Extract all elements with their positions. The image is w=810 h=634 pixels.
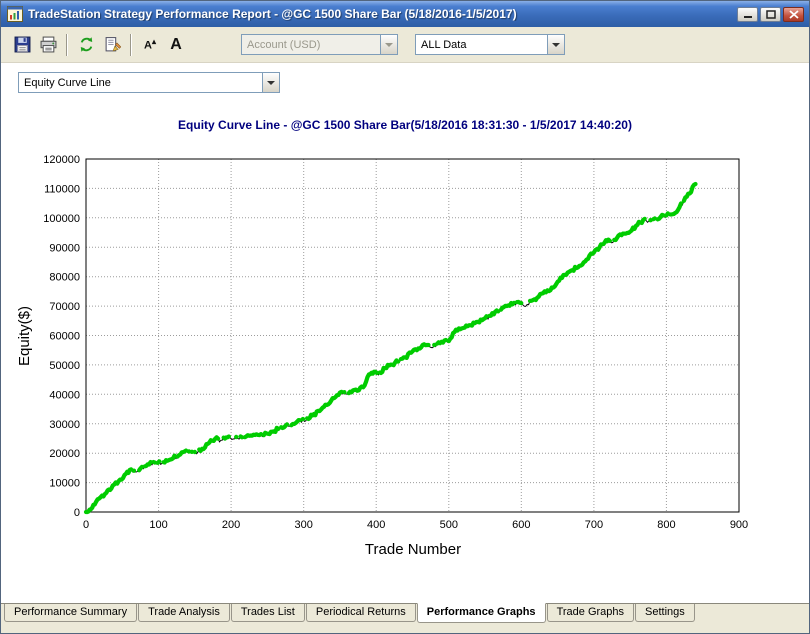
tab-performance-summary[interactable]: Performance Summary xyxy=(4,604,138,622)
close-icon xyxy=(788,9,799,19)
svg-text:Trade Number: Trade Number xyxy=(365,541,461,558)
titlebar[interactable]: TradeStation Strategy Performance Report… xyxy=(1,1,809,27)
account-dropdown: Account (USD) xyxy=(241,34,398,55)
maximize-icon xyxy=(765,9,776,19)
tab-performance-graphs[interactable]: Performance Graphs xyxy=(416,603,546,623)
graph-type-dropdown-value: Equity Curve Line xyxy=(24,76,111,89)
data-range-dropdown[interactable]: ALL Data xyxy=(415,34,565,55)
svg-text:10000: 10000 xyxy=(49,478,80,490)
account-dropdown-value: Account (USD) xyxy=(247,38,321,51)
svg-text:50000: 50000 xyxy=(49,360,80,372)
svg-text:70000: 70000 xyxy=(49,301,80,313)
svg-text:500: 500 xyxy=(440,519,458,531)
svg-text:0: 0 xyxy=(83,519,89,531)
toolbar-separator xyxy=(66,33,68,56)
font-increase-icon[interactable]: A xyxy=(163,32,189,58)
edit-report-icon[interactable] xyxy=(99,32,125,58)
account-dropdown-arrow-icon xyxy=(380,35,397,54)
tab-trade-graphs[interactable]: Trade Graphs xyxy=(546,604,635,622)
refresh-report-icon[interactable] xyxy=(73,32,99,58)
toolbar: A▴ A Account (USD) ALL Data xyxy=(1,27,809,63)
tab-settings[interactable]: Settings xyxy=(635,604,695,622)
print-icon[interactable] xyxy=(35,32,61,58)
report-client-area: Equity Curve Line Equity Curve Line - @G… xyxy=(1,63,809,603)
close-button[interactable] xyxy=(783,6,804,22)
maximize-button[interactable] xyxy=(760,6,781,22)
svg-text:200: 200 xyxy=(222,519,240,531)
minimize-button[interactable] xyxy=(737,6,758,22)
window-controls xyxy=(737,6,804,22)
svg-text:0: 0 xyxy=(74,507,80,519)
svg-text:700: 700 xyxy=(585,519,603,531)
svg-text:100000: 100000 xyxy=(43,213,80,225)
svg-text:900: 900 xyxy=(730,519,748,531)
svg-text:60000: 60000 xyxy=(49,331,80,343)
tab-trade-analysis[interactable]: Trade Analysis xyxy=(138,604,230,622)
svg-text:100: 100 xyxy=(149,519,167,531)
app-window: TradeStation Strategy Performance Report… xyxy=(0,0,810,634)
window-bottom-edge xyxy=(1,624,809,633)
minimize-icon xyxy=(743,15,752,18)
svg-text:80000: 80000 xyxy=(49,272,80,284)
svg-text:300: 300 xyxy=(295,519,313,531)
data-range-dropdown-arrow-icon[interactable] xyxy=(547,35,564,54)
svg-text:90000: 90000 xyxy=(49,242,80,254)
svg-text:120000: 120000 xyxy=(43,154,80,166)
svg-text:600: 600 xyxy=(512,519,530,531)
svg-text:Equity($): Equity($) xyxy=(16,306,33,366)
svg-text:30000: 30000 xyxy=(49,419,80,431)
tab-bar: Performance Summary Trade Analysis Trade… xyxy=(1,603,809,624)
graph-type-dropdown-arrow-icon[interactable] xyxy=(262,73,279,92)
graph-type-dropdown[interactable]: Equity Curve Line xyxy=(18,72,280,93)
save-icon[interactable] xyxy=(9,32,35,58)
font-decrease-icon[interactable]: A▴ xyxy=(137,32,163,58)
svg-text:40000: 40000 xyxy=(49,389,80,401)
window-title: TradeStation Strategy Performance Report… xyxy=(28,7,517,21)
svg-text:400: 400 xyxy=(367,519,385,531)
tab-periodical-returns[interactable]: Periodical Returns xyxy=(305,604,416,622)
equity-curve-svg: 0 100 200 300 400 500 600 700 800 900 0 10000 20000 3… xyxy=(16,154,748,558)
svg-text:20000: 20000 xyxy=(49,448,80,460)
app-icon xyxy=(7,6,23,22)
chart-title: Equity Curve Line - @GC 1500 Share Bar(5… xyxy=(178,118,632,132)
svg-text:800: 800 xyxy=(657,519,675,531)
data-range-dropdown-value: ALL Data xyxy=(421,38,467,51)
tab-trades-list[interactable]: Trades List xyxy=(230,604,305,622)
svg-text:110000: 110000 xyxy=(44,183,80,195)
toolbar-separator xyxy=(130,33,132,56)
